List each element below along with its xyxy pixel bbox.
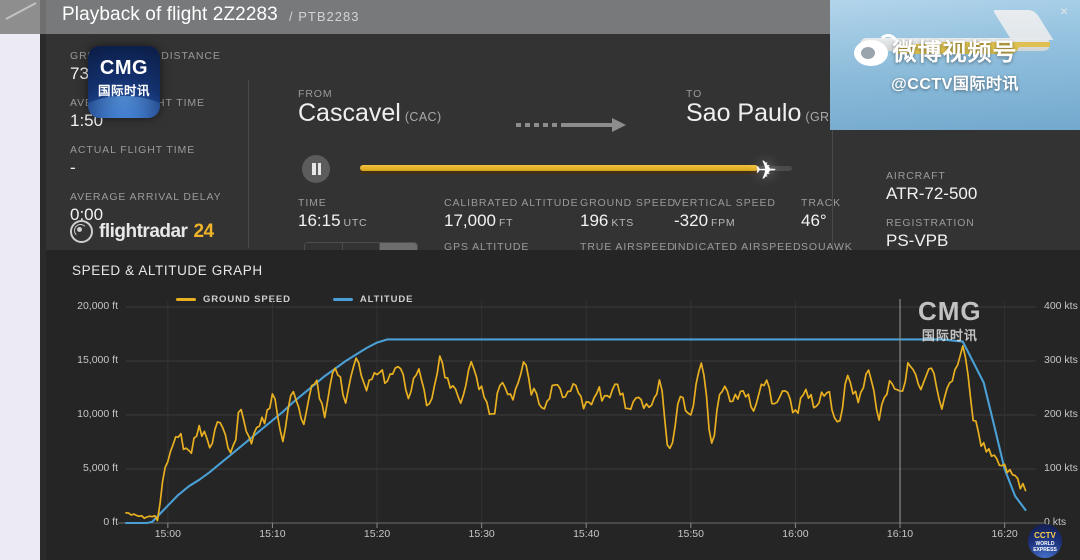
route-dots (516, 123, 564, 127)
radar-icon (70, 220, 93, 243)
x-axis-tick: 15:00 (154, 528, 181, 540)
x-axis-tick: 16:10 (886, 528, 914, 540)
close-icon[interactable]: × (1060, 4, 1074, 18)
metric-track-label: TRACK (801, 197, 842, 209)
aircraft-type: AIRCRAFT ATR-72-500 (886, 170, 1076, 204)
aircraft-photo[interactable]: 微博视频号 @CCTV国际时讯 × (830, 0, 1080, 130)
weibo-watermark-line2: @CCTV国际时讯 (891, 76, 1019, 93)
cmg-logo-badge: CMG 国际时讯 (88, 46, 160, 118)
metric-ground-speed-label: GROUND SPEED (580, 197, 676, 209)
map-strip-header (0, 0, 40, 34)
metric-time-unit: UTC (343, 217, 368, 229)
origin-iata: (CAC) (404, 110, 442, 124)
metric-calibrated-altitude-label: CALIBRATED ALTITUDE (444, 197, 579, 209)
cmg-watermark: CMG 国际时讯 (918, 296, 982, 344)
page-title: Playback of flight 2Z2283 (62, 4, 278, 25)
origin-city[interactable]: Cascavel (CAC) (298, 99, 442, 128)
metric-vertical-speed-label: VERTICAL SPEED (674, 197, 776, 209)
brand-suffix: 24 (193, 220, 214, 242)
y-axis-tick-left: 0 ft (103, 516, 118, 528)
aircraft-registration: REGISTRATION PS-VPB (886, 217, 1076, 251)
cmg-watermark-line2: 国际时讯 (921, 328, 978, 343)
x-axis-tick: 15:40 (573, 528, 600, 540)
route-bar (564, 123, 616, 127)
aircraft-type-label: AIRCRAFT (886, 170, 946, 182)
aircraft-registration-value[interactable]: PS-VPB (886, 231, 1076, 251)
progress-track-shadow (360, 171, 758, 174)
progress-fill (360, 165, 758, 171)
cctv-corner-badge: CCTV WORLD EXPRESS (1028, 524, 1062, 558)
divider-left (248, 80, 249, 248)
destination-block: TO Sao Paulo (GRU) (686, 88, 843, 128)
weibo-watermark: 微博视频号 @CCTV国际时讯 (830, 32, 1080, 94)
cmg-logo-text: CMG (99, 57, 149, 79)
cctv-corner-line1: CCTV (1034, 531, 1056, 540)
metric-ground-speed-value: 196 (580, 211, 609, 230)
pause-icon-bar-right (317, 163, 321, 175)
y-axis-tick-right: 100 kts (1044, 462, 1078, 474)
route-arrow-icon (516, 118, 636, 132)
y-axis-tick-left: 5,000 ft (82, 462, 118, 474)
y-axis-tick-right: 200 kts (1044, 408, 1078, 420)
origin-city-name: Cascavel (298, 99, 401, 127)
x-axis-tick: 16:00 (782, 528, 809, 540)
cmg-logo-glow (88, 96, 160, 118)
route-block: FROM Cascavel (CAC) TO Sao Paulo (GRU) (298, 88, 858, 144)
pause-button[interactable] (302, 155, 330, 183)
brand-name: flightradar (99, 220, 188, 242)
map-strip[interactable] (0, 0, 40, 560)
metric-calibrated-altitude-value: 17,000 (444, 211, 496, 230)
aircraft-registration-label: REGISTRATION (886, 217, 975, 229)
destination-city-name: Sao Paulo (686, 99, 802, 127)
actual-flight-time-label: ACTUAL FLIGHT TIME (70, 144, 196, 156)
metric-track-value: 46° (801, 211, 827, 230)
y-axis-tick-right: 300 kts (1044, 354, 1078, 366)
page-subtitle: / PTB2283 (289, 9, 360, 24)
destination-city[interactable]: Sao Paulo (GRU) (686, 99, 843, 128)
cmg-watermark-line1: CMG (918, 296, 982, 326)
y-axis-tick-left: 10,000 ft (77, 408, 118, 420)
y-axis-tick-left: 15,000 ft (77, 354, 118, 366)
average-arrival-delay-label: AVERAGE ARRIVAL DELAY (70, 191, 222, 203)
actual-flight-time: ACTUAL FLIGHT TIME - (70, 144, 240, 178)
weibo-watermark-line1: 微博视频号 (892, 39, 1018, 66)
flightradar24-playback-screen: Playback of flight 2Z2283 / PTB2283 GREA… (0, 0, 1080, 560)
metric-ground-speed-unit: KTS (611, 217, 634, 229)
x-axis-tick: 15:20 (363, 528, 391, 540)
x-axis-tick: 15:50 (677, 528, 704, 540)
metric-time: TIME 16:15 UTC (298, 197, 367, 231)
y-axis-tick-right: 400 kts (1044, 300, 1078, 312)
metric-vertical-speed-value: -320 (674, 211, 709, 230)
x-axis-tick: 15:10 (259, 528, 286, 540)
airplane-marker-icon[interactable]: ✈ (750, 154, 782, 186)
aircraft-type-value: ATR-72-500 (886, 184, 978, 203)
metric-time-label: TIME (298, 197, 327, 209)
playback-progress[interactable]: ✈ (298, 152, 858, 186)
metric-vertical-speed-unit: FPM (711, 217, 736, 229)
origin-block: FROM Cascavel (CAC) (298, 88, 442, 128)
pause-icon-bar-left (312, 163, 316, 175)
y-axis-tick-left: 20,000 ft (77, 300, 118, 312)
metric-calibrated-altitude-unit: FT (499, 217, 514, 229)
x-axis-tick: 16:20 (991, 528, 1018, 540)
metric-time-value: 16:15 (298, 211, 341, 230)
cctv-corner-line2: WORLD EXPRESS (1033, 541, 1057, 553)
route-arrowhead (612, 118, 626, 132)
x-axis-tick: 15:30 (468, 528, 495, 540)
actual-flight-time-value: - (70, 158, 76, 177)
flightradar24-logo: flightradar 24 (70, 220, 214, 243)
